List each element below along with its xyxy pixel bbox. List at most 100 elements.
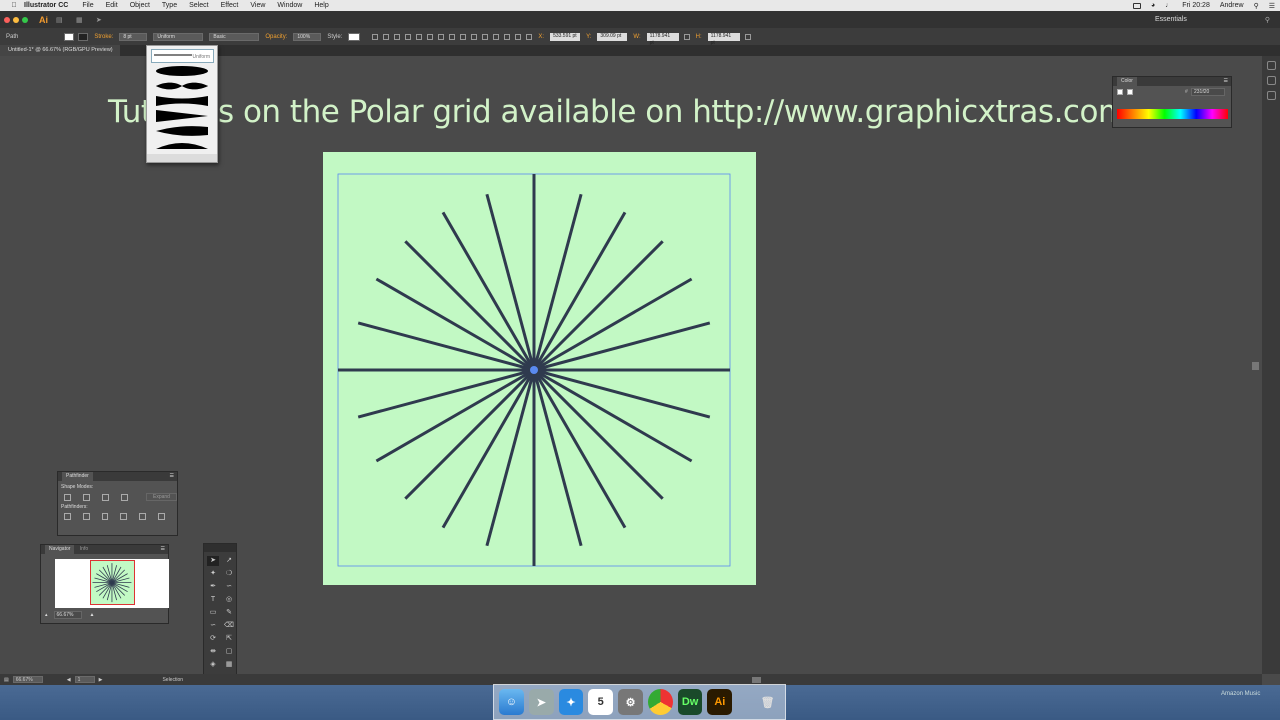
menu-select[interactable]: Select <box>189 2 208 9</box>
system-preferences-icon[interactable]: ⚙ <box>618 689 643 715</box>
reference-point-icon[interactable] <box>526 33 533 40</box>
align-right-icon[interactable] <box>416 33 423 40</box>
pen-tool-icon[interactable]: ✒ <box>207 582 219 592</box>
polar-spoke[interactable] <box>532 193 583 371</box>
direct-selection-tool-icon[interactable]: ↗ <box>223 556 235 566</box>
type-tool-icon[interactable]: T <box>207 595 219 605</box>
polar-spoke[interactable] <box>485 193 536 371</box>
minimize-window-button[interactable] <box>13 16 19 23</box>
center-point[interactable] <box>530 366 538 374</box>
distribute-bottom-icon[interactable] <box>482 33 489 40</box>
profile-option-4[interactable] <box>151 109 214 123</box>
navigator-preview[interactable] <box>55 559 169 608</box>
finder-icon[interactable]: ☺ <box>499 689 524 715</box>
stroke-weight-field[interactable]: 8 pt <box>119 32 148 41</box>
current-tool-label[interactable]: Selection <box>162 677 183 683</box>
align-top-icon[interactable] <box>427 33 434 40</box>
width-field[interactable]: 1178.941 pt <box>646 32 679 46</box>
artboard-next-icon[interactable]: ▶ <box>99 677 103 683</box>
width-tool-icon[interactable]: ⇼ <box>207 647 219 657</box>
search-stock-icon[interactable]: ⚲ <box>1265 16 1270 24</box>
polar-spoke[interactable] <box>532 369 583 547</box>
apple-icon[interactable]:  <box>8 2 20 9</box>
bridge-icon[interactable]: ▤ <box>56 16 66 24</box>
profile-option-1[interactable] <box>151 64 214 78</box>
graphic-style-swatch[interactable] <box>348 32 361 41</box>
scale-tool-icon[interactable]: ⇱ <box>223 634 235 644</box>
profile-option-5[interactable] <box>151 124 214 138</box>
polar-spoke[interactable] <box>533 368 711 419</box>
horizontal-scrollbar-thumb[interactable] <box>752 677 761 683</box>
artboard-prev-icon[interactable]: ◀ <box>67 677 71 683</box>
minus-front-icon[interactable] <box>83 493 90 501</box>
color-spectrum[interactable] <box>1117 109 1228 119</box>
menu-app-name[interactable]: Illustrator CC <box>24 2 68 9</box>
shaper-tool-icon[interactable]: ∽ <box>207 621 219 631</box>
gpu-rocket-icon[interactable]: ➤ <box>96 16 106 24</box>
color-panel-tab[interactable]: Color <box>1117 77 1137 86</box>
menu-effect[interactable]: Effect <box>221 2 239 9</box>
polar-spoke[interactable] <box>533 321 711 372</box>
perspective-grid-tool-icon[interactable]: ▦ <box>223 660 235 670</box>
zoom-out-icon[interactable]: ▴ <box>45 612 48 618</box>
navigator-tab[interactable]: Navigator <box>45 545 75 554</box>
artboard-number-field[interactable]: 1 <box>74 676 95 683</box>
free-transform-tool-icon[interactable]: ▢ <box>223 647 235 657</box>
expand-button[interactable]: Expand <box>146 493 177 501</box>
align-bottom-icon[interactable] <box>449 33 456 40</box>
shape-builder-tool-icon[interactable]: ◈ <box>207 660 219 670</box>
white-swatch[interactable] <box>1127 89 1133 95</box>
menu-user[interactable]: Andrew <box>1220 2 1244 9</box>
document-tab[interactable]: Untitled-1* @ 66.67% (RGB/GPU Preview) <box>0 45 120 56</box>
artboard[interactable] <box>323 152 756 585</box>
width-profile-dropdown[interactable]: Uniform <box>146 45 218 163</box>
spotlight-icon[interactable]: ⚲ <box>1254 2 1259 10</box>
calendar-icon[interactable]: 5 <box>588 689 614 715</box>
curvature-tool-icon[interactable]: ∽ <box>223 582 235 592</box>
variable-width-profile-select[interactable]: Uniform <box>153 32 204 41</box>
distribute-top-icon[interactable] <box>460 33 467 40</box>
height-field[interactable]: 1178.941 pt <box>707 32 740 46</box>
canvas-heading-text[interactable]: Tutorials on the Polar grid available on… <box>108 94 1128 130</box>
navigator-zoom-field[interactable]: 66.67% <box>53 611 82 619</box>
close-window-button[interactable] <box>4 16 10 23</box>
zoom-in-icon[interactable]: ▲ <box>90 612 95 618</box>
distribute-right-icon[interactable] <box>515 33 522 40</box>
unite-icon[interactable] <box>64 493 71 501</box>
menu-object[interactable]: Object <box>130 2 150 9</box>
constrain-proportions-icon[interactable] <box>683 33 690 40</box>
panel-menu-icon[interactable]: ☰ <box>161 545 165 554</box>
menu-clock[interactable]: Fri 20:28 <box>1182 2 1210 9</box>
panel-menu-icon[interactable]: ☰ <box>170 472 174 481</box>
intersect-icon[interactable] <box>102 493 109 501</box>
opacity-field[interactable]: 100% <box>293 32 322 41</box>
menu-window[interactable]: Window <box>277 2 302 9</box>
divide-icon[interactable] <box>64 513 71 520</box>
crop-icon[interactable] <box>120 513 128 520</box>
menu-type[interactable]: Type <box>162 2 177 9</box>
status-zoom-field[interactable]: 66.67% <box>12 676 43 683</box>
distribute-hcenter-icon[interactable] <box>504 33 511 40</box>
align-hcenter-icon[interactable] <box>405 33 412 40</box>
hex-field[interactable]: 231f20 <box>1191 88 1225 96</box>
polar-spoke[interactable] <box>357 321 535 372</box>
selection-tool-icon[interactable]: ➤ <box>207 556 219 566</box>
info-tab[interactable]: Info <box>80 546 88 552</box>
trash-icon[interactable]: 🗑 <box>755 689 780 715</box>
rectangle-tool-icon[interactable]: ▭ <box>207 608 219 618</box>
y-field[interactable]: 309.09 pt <box>597 32 628 41</box>
menu-file[interactable]: File <box>82 2 93 9</box>
battery-icon[interactable] <box>1132 2 1141 9</box>
polar-spoke[interactable] <box>357 368 535 419</box>
outline-icon[interactable] <box>139 513 147 520</box>
dreamweaver-icon[interactable]: Dw <box>677 689 703 715</box>
distribute-left-icon[interactable] <box>493 33 500 40</box>
minus-back-icon[interactable] <box>158 513 165 520</box>
profile-option-uniform[interactable]: Uniform <box>151 49 214 63</box>
align-left-icon[interactable] <box>394 33 401 40</box>
lasso-tool-icon[interactable]: ❍ <box>223 569 235 579</box>
notification-icon[interactable]: ☰ <box>1269 2 1275 10</box>
x-field[interactable]: 533.591 pt <box>550 32 581 41</box>
zoom-window-button[interactable] <box>22 16 28 23</box>
workspace-switcher[interactable]: Essentials <box>1155 16 1187 23</box>
